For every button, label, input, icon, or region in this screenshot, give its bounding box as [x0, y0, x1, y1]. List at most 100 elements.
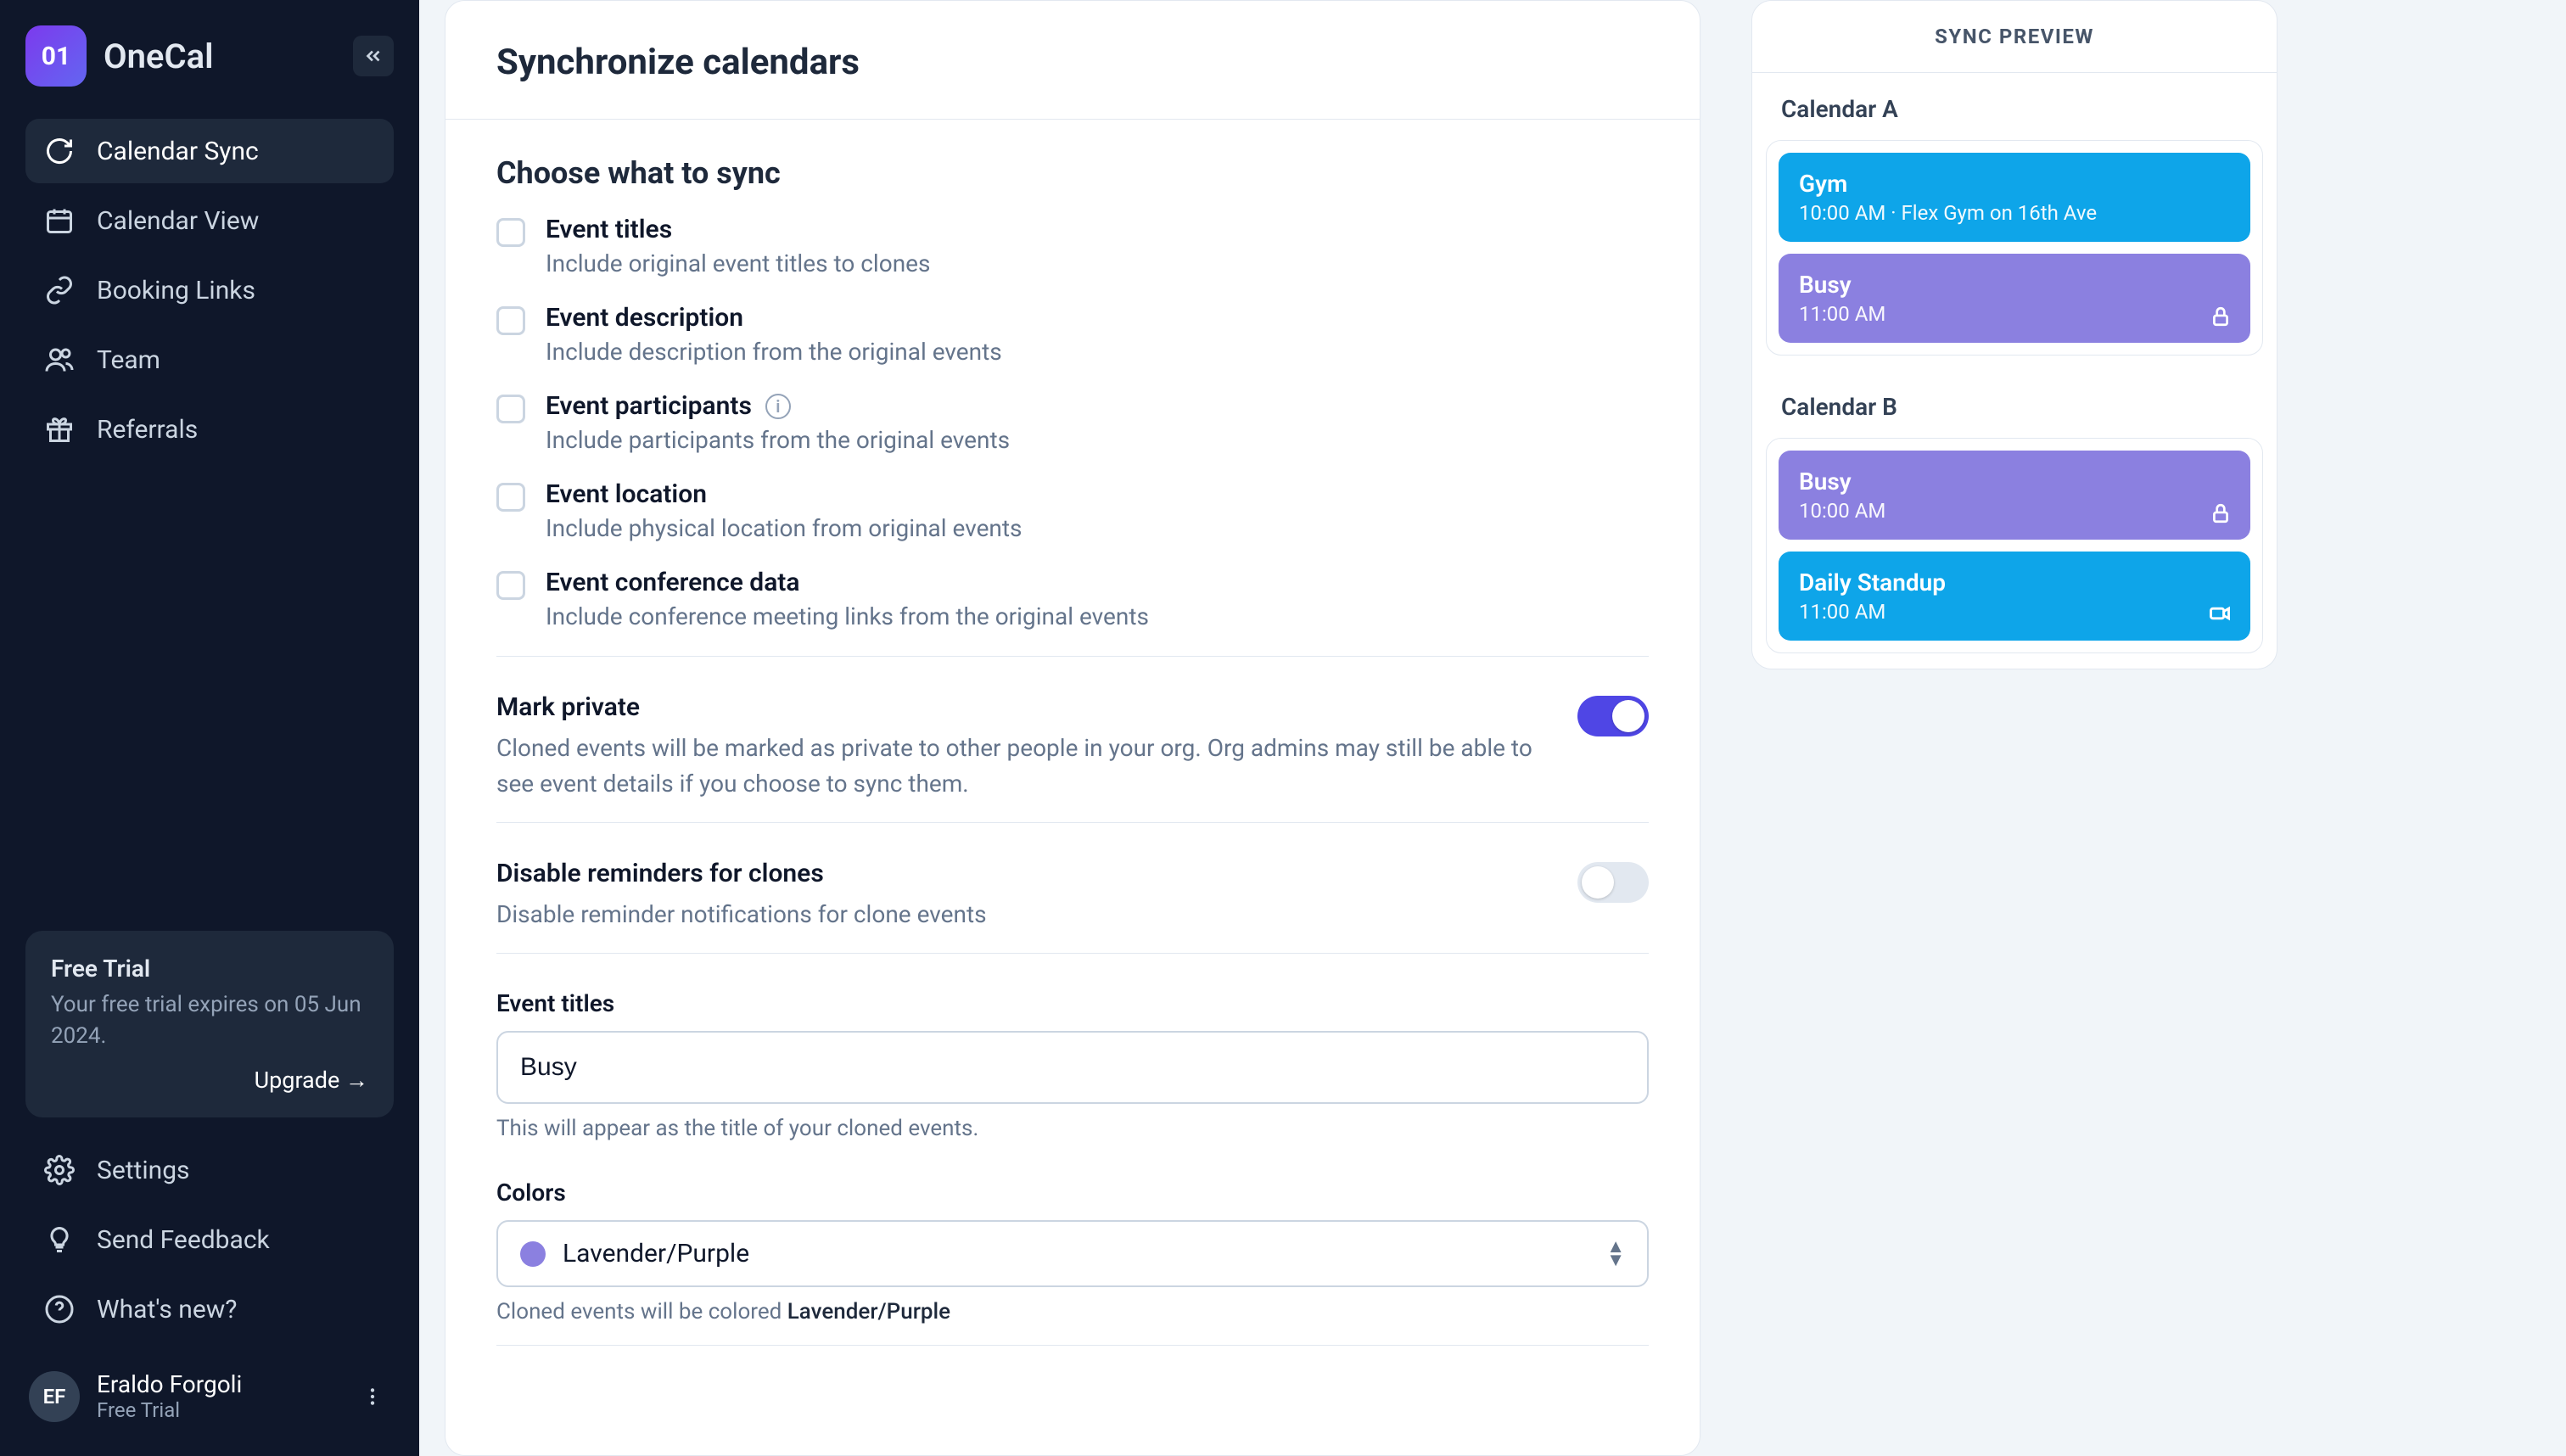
colors-label: Colors	[496, 1179, 1649, 1207]
user-menu-button[interactable]	[355, 1379, 390, 1414]
divider	[496, 822, 1649, 823]
sync-option-label: Event participantsi	[546, 391, 1010, 421]
sidebar-item-settings[interactable]: Settings	[25, 1138, 394, 1202]
event-titles-help: This will appear as the title of your cl…	[496, 1116, 1649, 1141]
sidebar-item-whats-new[interactable]: What's new?	[25, 1277, 394, 1341]
sidebar-item-team[interactable]: Team	[25, 328, 394, 392]
user-name: Eraldo Forgoli	[97, 1370, 242, 1398]
event-title: Daily Standup	[1799, 568, 2230, 596]
sidebar-item-label: Referrals	[97, 415, 198, 445]
sidebar-item-label: Send Feedback	[97, 1225, 270, 1255]
disable-reminders-desc: Disable reminder notifications for clone…	[496, 897, 1544, 932]
chevron-updown-icon: ▲▼	[1606, 1240, 1625, 1267]
sync-preview-header: SYNC PREVIEW	[1752, 1, 2277, 73]
lock-icon	[2210, 305, 2232, 328]
user-row: EF Eraldo Forgoli Free Trial	[25, 1362, 394, 1431]
calendar-label: Calendar B	[1752, 371, 2277, 438]
chevron-left-icon	[362, 45, 384, 67]
collapse-sidebar-button[interactable]	[353, 36, 394, 76]
event-title: Gym	[1799, 170, 2230, 198]
mark-private-title: Mark private	[496, 692, 1544, 722]
sidebar-item-booking-links[interactable]: Booking Links	[25, 258, 394, 322]
sidebar-item-label: Calendar View	[97, 206, 259, 236]
sync-option-label: Event titles	[546, 215, 930, 244]
gear-icon	[44, 1155, 75, 1185]
more-vertical-icon	[361, 1386, 384, 1408]
sync-option-label: Event description	[546, 303, 1002, 333]
event-subtitle: 11:00 AM	[1799, 600, 2230, 624]
sync-option-checkbox[interactable]	[496, 306, 525, 335]
sync-preview-panel: SYNC PREVIEW Calendar A Gym 10:00 AM · Fle…	[1751, 0, 2277, 669]
team-icon	[44, 344, 75, 375]
calendar-box: Busy 10:00 AM Daily Standup 11:00 AM	[1766, 438, 2263, 653]
sync-option-checkbox[interactable]	[496, 218, 525, 247]
sync-option-checkbox[interactable]	[496, 395, 525, 423]
event-subtitle: 10:00 AM	[1799, 499, 2230, 523]
video-icon	[2208, 602, 2232, 625]
sync-option-label: Event conference data	[546, 568, 1149, 597]
choose-section-title: Choose what to sync	[496, 155, 1649, 191]
brand-logo: 01	[25, 25, 87, 87]
avatar: EF	[29, 1371, 80, 1422]
calendar-box: Gym 10:00 AM · Flex Gym on 16th Ave Busy11…	[1766, 140, 2263, 356]
settings-card: Synchronize calendars Choose what to syn…	[445, 0, 1700, 1456]
preview-event: Daily Standup 11:00 AM	[1779, 552, 2250, 641]
event-title: Busy	[1799, 468, 2230, 496]
sidebar-item-send-feedback[interactable]: Send Feedback	[25, 1207, 394, 1272]
sync-option-row: Event description Include description fro…	[496, 303, 1649, 366]
mark-private-toggle[interactable]	[1577, 696, 1649, 736]
sync-icon	[44, 136, 75, 166]
sync-option-help: Include conference meeting links from th…	[546, 602, 1149, 630]
divider	[496, 953, 1649, 954]
sidebar-item-calendar-view[interactable]: Calendar View	[25, 188, 394, 253]
main: Synchronize calendars Choose what to syn…	[419, 0, 2566, 1456]
colors-select[interactable]: Lavender/Purple ▲▼	[496, 1220, 1649, 1287]
divider	[496, 1345, 1649, 1346]
colors-select-value: Lavender/Purple	[563, 1239, 749, 1268]
preview-event: Gym 10:00 AM · Flex Gym on 16th Ave	[1779, 153, 2250, 242]
preview-event: Busy 10:00 AM	[1779, 451, 2250, 540]
sync-option-row: Event participantsi Include participants …	[496, 391, 1649, 454]
lock-icon	[2210, 502, 2232, 524]
trial-text: Your free trial expires on 05 Jun 2024.	[51, 989, 368, 1051]
sidebar: 01 OneCal Calendar Sync Calendar View Bo…	[0, 0, 419, 1456]
mark-private-row: Mark private Cloned events will be marke…	[496, 692, 1649, 802]
info-icon[interactable]: i	[765, 394, 791, 419]
sync-option-label: Event location	[546, 479, 1022, 509]
event-titles-label: Event titles	[496, 989, 1649, 1017]
sidebar-item-label: Team	[97, 345, 160, 375]
gift-icon	[44, 414, 75, 445]
upgrade-link[interactable]: Upgrade →	[51, 1067, 368, 1094]
sync-option-help: Include original event titles to clones	[546, 249, 930, 277]
disable-reminders-toggle[interactable]	[1577, 862, 1649, 903]
mark-private-desc: Cloned events will be marked as private …	[496, 731, 1544, 802]
sync-option-row: Event location Include physical location …	[496, 479, 1649, 542]
sidebar-item-label: Settings	[97, 1156, 190, 1185]
page-title: Synchronize calendars	[496, 42, 1649, 83]
sync-option-checkbox[interactable]	[496, 571, 525, 600]
link-icon	[44, 275, 75, 305]
color-swatch-icon	[520, 1241, 546, 1267]
sync-option-row: Event conference data Include conference …	[496, 568, 1649, 630]
trial-title: Free Trial	[51, 955, 368, 983]
brand: 01 OneCal	[25, 25, 394, 87]
sidebar-item-label: Booking Links	[97, 276, 255, 305]
sync-option-help: Include description from the original ev…	[546, 338, 1002, 366]
sync-option-help: Include physical location from original …	[546, 514, 1022, 542]
event-subtitle: 11:00 AM	[1799, 302, 2230, 326]
sync-option-checkbox[interactable]	[496, 483, 525, 512]
sidebar-item-label: What's new?	[97, 1295, 237, 1324]
preview-event: Busy11:00 AM	[1779, 254, 2250, 343]
calendar-label: Calendar A	[1752, 73, 2277, 140]
primary-nav: Calendar Sync Calendar View Booking Link…	[25, 119, 394, 467]
secondary-nav: Settings Send Feedback What's new?	[25, 1138, 394, 1347]
sync-option-help: Include participants from the original e…	[546, 426, 1010, 454]
calendar-icon	[44, 205, 75, 236]
sidebar-item-calendar-sync[interactable]: Calendar Sync	[25, 119, 394, 183]
disable-reminders-row: Disable reminders for clones Disable rem…	[496, 859, 1649, 932]
event-titles-input[interactable]	[496, 1031, 1649, 1104]
sidebar-item-referrals[interactable]: Referrals	[25, 397, 394, 462]
sidebar-item-label: Calendar Sync	[97, 137, 259, 166]
event-subtitle: 10:00 AM · Flex Gym on 16th Ave	[1799, 201, 2230, 225]
disable-reminders-title: Disable reminders for clones	[496, 859, 1544, 888]
